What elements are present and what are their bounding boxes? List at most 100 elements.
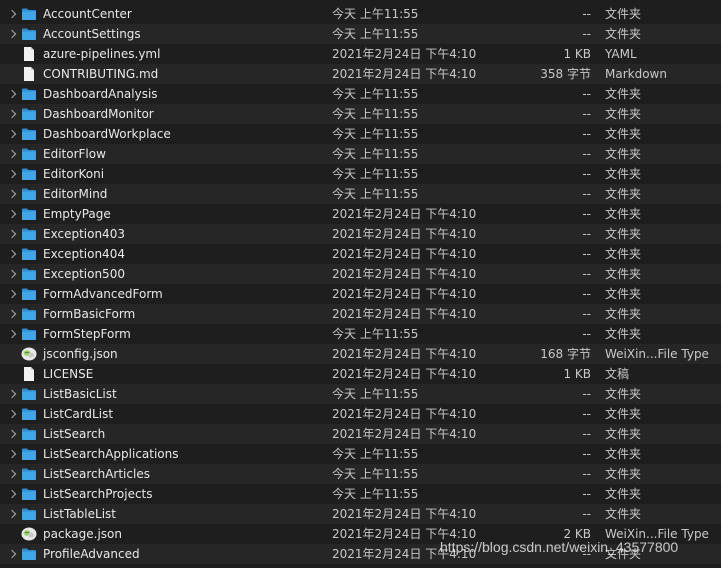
file-row[interactable]: ListTableList 2021年2月24日 下午4:10 -- 文件夹 <box>0 504 721 524</box>
wechat-icon <box>21 346 37 362</box>
file-date-modified: 今天 上午11:55 <box>332 447 419 461</box>
disclosure-triangle-icon[interactable] <box>6 164 18 184</box>
file-row[interactable]: FormStepForm 今天 上午11:55 -- 文件夹 <box>0 324 721 344</box>
file-date-modified: 今天 上午11:55 <box>332 147 419 161</box>
file-row[interactable]: ListBasicList 今天 上午11:55 -- 文件夹 <box>0 384 721 404</box>
disclosure-triangle-icon[interactable] <box>6 24 18 44</box>
folder-icon <box>21 246 37 262</box>
document-icon <box>21 366 37 382</box>
disclosure-triangle-icon[interactable] <box>6 284 18 304</box>
file-name: ListBasicList <box>43 387 117 401</box>
file-row[interactable]: ProfileAdvanced 2021年2月24日 下午4:10 -- 文件夹 <box>0 544 721 564</box>
folder-icon <box>21 6 37 22</box>
file-kind: 文件夹 <box>605 327 642 341</box>
disclosure-triangle-icon[interactable] <box>6 384 18 404</box>
disclosure-triangle-icon[interactable] <box>6 324 18 344</box>
file-name: EmptyPage <box>43 207 111 221</box>
wechat-icon <box>21 526 37 542</box>
file-kind: 文件夹 <box>605 407 642 421</box>
file-row[interactable]: LICENSE 2021年2月24日 下午4:10 1 KB 文稿 <box>0 364 721 384</box>
file-kind: 文件夹 <box>605 127 642 141</box>
file-row[interactable]: Exception500 2021年2月24日 下午4:10 -- 文件夹 <box>0 264 721 284</box>
file-name: DashboardWorkplace <box>43 127 171 141</box>
file-kind: 文件夹 <box>605 87 642 101</box>
disclosure-triangle-icon[interactable] <box>6 204 18 224</box>
file-date-modified: 2021年2月24日 下午4:10 <box>332 67 477 81</box>
file-size: -- <box>582 187 591 201</box>
file-name: package.json <box>43 527 123 541</box>
file-row[interactable]: ListSearch 2021年2月24日 下午4:10 -- 文件夹 <box>0 424 721 444</box>
file-row[interactable]: Exception403 2021年2月24日 下午4:10 -- 文件夹 <box>0 224 721 244</box>
file-row[interactable]: azure-pipelines.yml 2021年2月24日 下午4:10 1 KB… <box>0 44 721 64</box>
file-kind: YAML <box>605 47 637 61</box>
file-date-modified: 2021年2月24日 下午4:10 <box>332 347 477 361</box>
disclosure-triangle-icon[interactable] <box>6 484 18 504</box>
file-size: -- <box>582 487 591 501</box>
file-size: -- <box>582 427 591 441</box>
disclosure-triangle-icon[interactable] <box>6 464 18 484</box>
file-row[interactable]: AccountSettings 今天 上午11:55 -- 文件夹 <box>0 24 721 44</box>
folder-icon <box>21 126 37 142</box>
file-row[interactable]: DashboardMonitor 今天 上午11:55 -- 文件夹 <box>0 104 721 124</box>
file-date-modified: 2021年2月24日 下午4:10 <box>332 427 477 441</box>
file-size: -- <box>582 107 591 121</box>
file-kind: 文件夹 <box>605 487 642 501</box>
file-row[interactable]: EditorMind 今天 上午11:55 -- 文件夹 <box>0 184 721 204</box>
file-row[interactable]: ListSearchArticles 今天 上午11:55 -- 文件夹 <box>0 464 721 484</box>
disclosure-triangle-icon[interactable] <box>6 4 18 24</box>
folder-icon <box>21 506 37 522</box>
file-kind: 文件夹 <box>605 167 642 181</box>
file-row[interactable]: CONTRIBUTING.md 2021年2月24日 下午4:10 358 字节 Ma… <box>0 64 721 84</box>
file-date-modified: 2021年2月24日 下午4:10 <box>332 47 477 61</box>
disclosure-triangle-icon[interactable] <box>6 444 18 464</box>
disclosure-triangle-icon[interactable] <box>6 424 18 444</box>
file-date-modified: 今天 上午11:55 <box>332 107 419 121</box>
file-name: ListSearch <box>43 427 106 441</box>
file-name: FormAdvancedForm <box>43 287 163 301</box>
file-row[interactable]: package.json 2021年2月24日 下午4:10 2 KB WeiXin.… <box>0 524 721 544</box>
file-row[interactable]: DashboardAnalysis 今天 上午11:55 -- 文件夹 <box>0 84 721 104</box>
file-row[interactable]: jsconfig.json 2021年2月24日 下午4:10 168 字节 WeiX… <box>0 344 721 364</box>
folder-icon <box>21 186 37 202</box>
file-row[interactable]: FormBasicForm 2021年2月24日 下午4:10 -- 文件夹 <box>0 304 721 324</box>
file-row[interactable]: ListSearchApplications 今天 上午11:55 -- 文件夹 <box>0 444 721 464</box>
disclosure-triangle-icon[interactable] <box>6 304 18 324</box>
file-size: -- <box>582 547 591 561</box>
disclosure-triangle-icon[interactable] <box>6 264 18 284</box>
file-date-modified: 2021年2月24日 下午4:10 <box>332 267 477 281</box>
file-row[interactable]: ListCardList 2021年2月24日 下午4:10 -- 文件夹 <box>0 404 721 424</box>
disclosure-triangle-icon[interactable] <box>6 124 18 144</box>
file-row[interactable]: Exception404 2021年2月24日 下午4:10 -- 文件夹 <box>0 244 721 264</box>
disclosure-triangle-icon[interactable] <box>6 144 18 164</box>
file-row[interactable]: DashboardWorkplace 今天 上午11:55 -- 文件夹 <box>0 124 721 144</box>
file-list[interactable]: AccountCenter 今天 上午11:55 -- 文件夹 AccountSetti… <box>0 4 721 568</box>
file-kind: 文件夹 <box>605 427 642 441</box>
folder-icon <box>21 166 37 182</box>
disclosure-triangle-icon[interactable] <box>6 84 18 104</box>
disclosure-triangle-icon[interactable] <box>6 504 18 524</box>
file-row[interactable]: FormAdvancedForm 2021年2月24日 下午4:10 -- 文件夹 <box>0 284 721 304</box>
file-size: 1 KB <box>563 47 591 61</box>
file-size: -- <box>582 387 591 401</box>
file-row[interactable]: ListSearchProjects 今天 上午11:55 -- 文件夹 <box>0 484 721 504</box>
file-name: EditorKoni <box>43 167 105 181</box>
disclosure-triangle-icon[interactable] <box>6 184 18 204</box>
disclosure-triangle-icon[interactable] <box>6 244 18 264</box>
folder-icon <box>21 86 37 102</box>
file-name: ListSearchProjects <box>43 487 153 501</box>
folder-icon <box>21 306 37 322</box>
file-row[interactable]: EmptyPage 2021年2月24日 下午4:10 -- 文件夹 <box>0 204 721 224</box>
disclosure-triangle-icon[interactable] <box>6 544 18 564</box>
file-name: AccountSettings <box>43 27 141 41</box>
file-row[interactable]: EditorFlow 今天 上午11:55 -- 文件夹 <box>0 144 721 164</box>
file-name: azure-pipelines.yml <box>43 47 161 61</box>
disclosure-triangle-icon[interactable] <box>6 104 18 124</box>
disclosure-triangle-icon[interactable] <box>6 224 18 244</box>
file-row[interactable]: EditorKoni 今天 上午11:55 -- 文件夹 <box>0 164 721 184</box>
file-name: DashboardMonitor <box>43 107 154 121</box>
file-date-modified: 今天 上午11:55 <box>332 467 419 481</box>
disclosure-triangle-icon[interactable] <box>6 404 18 424</box>
file-row[interactable]: AccountCenter 今天 上午11:55 -- 文件夹 <box>0 4 721 24</box>
file-name: FormBasicForm <box>43 307 136 321</box>
document-icon <box>21 66 37 82</box>
